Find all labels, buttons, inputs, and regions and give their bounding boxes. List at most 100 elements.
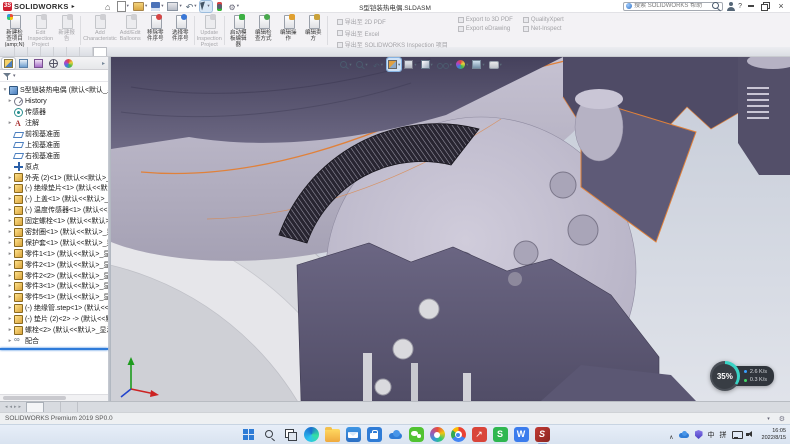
tray-icon[interactable] (695, 430, 703, 439)
tree-item[interactable]: 传感器 (0, 107, 108, 118)
panel-horizontal-scrollbar[interactable] (0, 394, 108, 401)
tree-item[interactable]: 固定螺栓<1> (默认<<默认>_显示 (0, 216, 108, 227)
heads-up-button[interactable] (436, 58, 453, 71)
tree-item[interactable]: (-) 温度传感器<1> (默认<<默认>_ (0, 205, 108, 216)
ribbon-button[interactable]: 新建报 告 (54, 14, 79, 43)
document-tab[interactable] (61, 402, 78, 412)
heads-up-button[interactable] (387, 58, 401, 71)
heads-up-button[interactable] (403, 58, 417, 71)
heads-up-button[interactable] (471, 58, 485, 71)
export-menu-item[interactable]: QualityXpert (523, 17, 564, 23)
heads-up-button[interactable] (420, 58, 434, 71)
heads-up-button[interactable] (488, 58, 503, 71)
taskbar-app-icon[interactable] (493, 427, 508, 442)
expand-arrow-icon[interactable] (7, 196, 13, 202)
units-caret-icon[interactable] (767, 416, 770, 422)
taskbar-app-icon[interactable] (409, 427, 424, 442)
export-menu-item[interactable]: Export to 3D PDF (458, 17, 513, 23)
expand-arrow-icon[interactable] (2, 87, 8, 93)
menu-flyout-arrow-icon[interactable] (72, 3, 80, 10)
expand-arrow-icon[interactable] (7, 273, 13, 279)
expand-arrow-icon[interactable] (7, 218, 13, 224)
export-menu-item[interactable]: 导出至 Excel (337, 29, 448, 38)
ribbon-tab[interactable] (80, 47, 93, 56)
taskbar-app-icon[interactable] (283, 427, 298, 442)
expand-arrow-icon[interactable] (7, 185, 13, 191)
panel-tab[interactable] (62, 58, 75, 69)
tree-item[interactable]: 原点 (0, 161, 108, 172)
search-input[interactable] (634, 3, 710, 9)
document-tab[interactable] (26, 402, 44, 412)
taskbar-app-icon[interactable] (472, 427, 487, 442)
quick-access-button[interactable] (214, 1, 226, 12)
tree-item[interactable]: 零件5<1> (默认<<默认>_显示状态 (0, 292, 108, 303)
taskbar-app-icon[interactable] (241, 427, 256, 442)
ribbon-tab[interactable] (28, 47, 41, 56)
ribbon-button[interactable]: 选择零 件序号 (168, 14, 193, 43)
export-menu-item[interactable]: Export eDrawing (458, 26, 513, 32)
export-menu-item[interactable]: 导出至 SOLIDWORKS Inspection 项目 (337, 40, 448, 49)
status-gear-icon[interactable] (779, 415, 785, 423)
rollback-bar[interactable] (0, 348, 108, 350)
ribbon-tab[interactable] (41, 47, 54, 56)
expand-arrow-icon[interactable] (7, 175, 13, 181)
quick-access-button[interactable] (150, 1, 164, 12)
tray-icon[interactable] (746, 431, 755, 439)
expand-arrow-icon[interactable] (7, 305, 13, 311)
tray-icon[interactable]: 拼 (720, 430, 727, 440)
expand-arrow-icon[interactable] (7, 316, 13, 322)
tab-scroll-left-icon[interactable] (9, 404, 12, 410)
tree-item[interactable]: (-) 绝缘管.step<1> (默认<<默认> (0, 303, 108, 314)
filter-caret-icon[interactable] (13, 73, 16, 79)
ribbon-button[interactable]: 启动模 板编辑 器 (226, 14, 251, 49)
tree-item[interactable]: 外壳 (2)<1> (默认<<默认>_显示状 (0, 172, 108, 183)
expand-arrow-icon[interactable] (7, 120, 13, 126)
tree-item[interactable]: History (0, 96, 108, 107)
help-button[interactable]: ? (738, 3, 742, 10)
ribbon-tab[interactable] (54, 47, 67, 56)
tab-scroll-buttons[interactable] (0, 402, 26, 412)
quick-access-button[interactable] (166, 1, 182, 12)
ribbon-tab[interactable] (67, 47, 80, 56)
ribbon-button[interactable]: Update Inspection Project (196, 14, 223, 49)
panel-tab[interactable] (47, 58, 60, 69)
tree-item[interactable]: S型铠装热电偶 (默认<默认_显示状态-1> (0, 85, 108, 96)
taskbar-app-icon[interactable] (430, 427, 445, 442)
tree-item[interactable]: (-) 垫片 (2)<2> -> (默认<<默认> (0, 314, 108, 325)
tree-item[interactable]: 螺栓<2> (默认<<默认>_显示状态 (0, 325, 108, 336)
scrollbar-thumb[interactable] (3, 396, 66, 400)
expand-arrow-icon[interactable] (7, 229, 13, 235)
tree-item[interactable]: 配合 (0, 335, 108, 346)
filter-funnel-icon[interactable] (3, 72, 11, 80)
quick-access-button[interactable] (228, 1, 240, 12)
taskbar-app-icon[interactable] (367, 427, 382, 442)
heads-up-button[interactable] (339, 58, 353, 71)
tree-item[interactable]: 注解 (0, 118, 108, 129)
expand-arrow-icon[interactable] (7, 338, 13, 344)
expand-arrow-icon[interactable] (7, 327, 13, 333)
quick-access-button[interactable] (116, 1, 130, 12)
tree-item[interactable]: (-) 绝缘垫片<1> (默认<<默认>_显 (0, 183, 108, 194)
tab-scroll-right-icon[interactable] (19, 404, 22, 410)
document-tab[interactable] (44, 402, 61, 412)
tree-item[interactable]: 零件1<1> (默认<<默认>_显示状态 (0, 248, 108, 259)
expand-arrow-icon[interactable] (7, 251, 13, 257)
expand-arrow-icon[interactable] (7, 207, 13, 213)
heads-up-button[interactable] (355, 58, 369, 71)
tray-icon[interactable]: 中 (708, 430, 715, 440)
quick-access-button[interactable] (200, 1, 212, 12)
ribbon-button[interactable]: Edit Inspection Project (27, 14, 54, 49)
tree-item[interactable]: 密封圈<1> (默认<<默认>_显示状 (0, 227, 108, 238)
expand-arrow-icon[interactable] (7, 294, 13, 300)
expand-arrow-icon[interactable] (7, 240, 13, 246)
solidworks-logo[interactable]: 3S SOLIDWORKS (0, 0, 72, 12)
taskbar-app-icon[interactable] (346, 427, 361, 442)
taskbar-app-icon[interactable] (388, 427, 403, 442)
graphics-viewport[interactable]: 35% 2.6 K/s 0.3 K/s (111, 57, 790, 401)
panel-tab[interactable] (17, 58, 30, 69)
tray-icon[interactable] (732, 431, 741, 439)
ribbon-button[interactable]: Add/Edit Balloons (118, 14, 143, 43)
search-icon[interactable] (712, 2, 720, 10)
heads-up-button[interactable] (371, 58, 385, 71)
taskbar-app-icon[interactable] (262, 427, 277, 442)
